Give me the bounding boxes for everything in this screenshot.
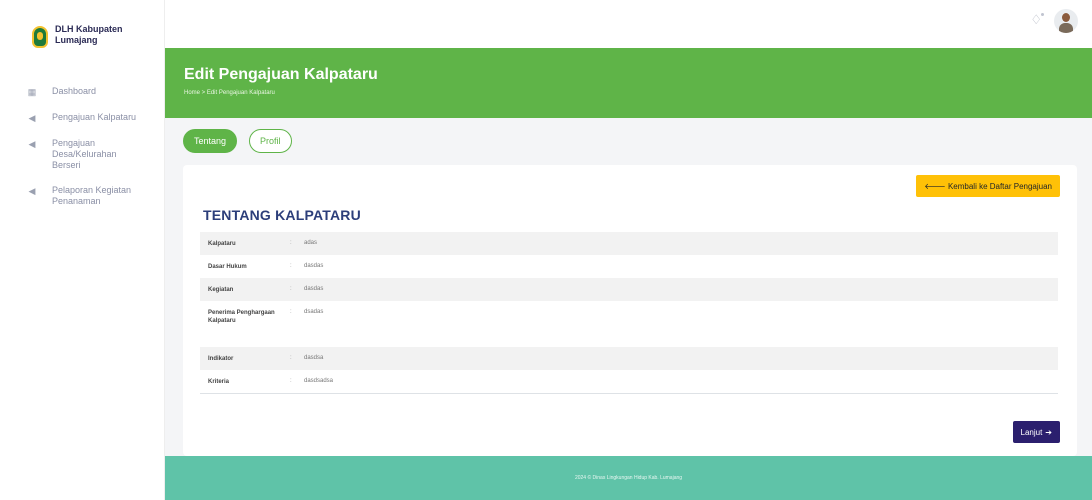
- sidebar-item-label: Pengajuan Kalpataru: [52, 112, 137, 122]
- page-header: Edit Pengajuan Kalpataru Home > Edit Pen…: [165, 48, 1092, 118]
- row-key: Kalpataru: [208, 241, 236, 247]
- arrow-left-icon: 🡐: [924, 182, 948, 191]
- brand-line-1: DLH Kabupaten: [55, 24, 123, 34]
- row-value: dasdsa: [304, 355, 324, 361]
- brand-name: DLH Kabupaten Lumajang: [55, 24, 123, 46]
- back-button-label: Kembali ke Daftar Pengajuan: [947, 181, 1052, 191]
- sidebar-item-label: Pelaporan Kegiatan Penanaman: [52, 185, 132, 206]
- row-colon: :: [290, 263, 292, 269]
- avatar[interactable]: [1054, 9, 1078, 33]
- footer: 2024 © Dinas Lingkungan Hidup Kab. Lumaj…: [165, 456, 1092, 500]
- row-value: dsadas: [304, 309, 324, 315]
- row-key: Kegiatan: [208, 287, 234, 293]
- table-row: Penerima Penghargaan Kalpataru : dsadas: [200, 301, 1058, 347]
- table-row: Kegiatan : dasdas: [200, 278, 1058, 301]
- row-key: Penerima Penghargaan Kalpataru: [208, 310, 275, 324]
- page-title: Edit Pengajuan Kalpataru: [184, 66, 378, 83]
- arrow-right-icon: ➔: [1045, 427, 1052, 437]
- table-row: Indikator : dasdsa: [200, 347, 1058, 370]
- next-button[interactable]: Lanjut ➔: [1012, 421, 1060, 443]
- detail-card: 🡐 Kembali ke Daftar Pengajuan TENTANG KA…: [183, 165, 1077, 456]
- next-button-label: Lanjut: [1020, 427, 1043, 437]
- tab-bar: Tentang Profil: [183, 129, 292, 153]
- send-icon: ◀: [28, 139, 36, 149]
- logo-icon: [32, 26, 48, 48]
- row-key: Dasar Hukum: [208, 264, 247, 270]
- row-key: Kriteria: [208, 379, 230, 385]
- sidebar-item-label: Pengajuan Desa/Kelurahan Berseri: [52, 138, 117, 170]
- row-colon: :: [290, 309, 292, 315]
- sidebar-item-dashboard[interactable]: ▦ Dashboard: [26, 86, 162, 98]
- row-value: dasdas: [304, 263, 324, 269]
- footer-text: 2024 © Dinas Lingkungan Hidup Kab. Lumaj…: [574, 475, 683, 481]
- send-icon: ◀: [28, 186, 36, 196]
- row-value: dasdas: [304, 286, 324, 292]
- topbar: ♢: [165, 0, 1092, 48]
- sidebar-nav: ▦ Dashboard ◀ Pengajuan Kalpataru ◀ Peng…: [26, 86, 162, 221]
- row-colon: :: [290, 378, 292, 384]
- send-icon: ◀: [28, 113, 36, 123]
- row-value: dasdsadsa: [304, 378, 334, 384]
- row-value: adas: [304, 240, 318, 246]
- brand-line-2: Lumajang: [55, 35, 98, 45]
- sidebar-item-pengajuan-desa[interactable]: ◀ Pengajuan Desa/Kelurahan Berseri: [26, 138, 162, 171]
- back-to-list-button[interactable]: 🡐 Kembali ke Daftar Pengajuan: [916, 175, 1060, 197]
- sidebar-item-pelaporan[interactable]: ◀ Pelaporan Kegiatan Penanaman: [26, 185, 162, 207]
- row-colon: :: [290, 286, 292, 292]
- row-colon: :: [290, 240, 292, 246]
- row-key: Indikator: [208, 356, 234, 362]
- section-title: TENTANG KALPATARU: [203, 207, 361, 223]
- tab-profil[interactable]: Profil: [249, 129, 292, 153]
- sidebar: DLH Kabupaten Lumajang ▦ Dashboard ◀ Pen…: [0, 0, 165, 500]
- breadcrumb: Home > Edit Pengajuan Kalpataru: [184, 90, 275, 96]
- row-colon: :: [290, 355, 292, 361]
- info-table: Kalpataru : adas Dasar Hukum : dasdas Ke…: [200, 232, 1058, 394]
- bell-icon[interactable]: ♢: [1030, 12, 1044, 28]
- brand[interactable]: DLH Kabupaten Lumajang: [32, 24, 123, 48]
- sidebar-item-pengajuan-kalpataru[interactable]: ◀ Pengajuan Kalpataru: [26, 112, 162, 124]
- sidebar-item-label: Dashboard: [52, 86, 97, 96]
- tab-tentang[interactable]: Tentang: [183, 129, 238, 153]
- dashboard-icon: ▦: [27, 87, 37, 97]
- table-row: Kalpataru : adas: [200, 232, 1058, 255]
- table-row: Kriteria : dasdsadsa: [200, 370, 1058, 393]
- table-row: Dasar Hukum : dasdas: [200, 255, 1058, 278]
